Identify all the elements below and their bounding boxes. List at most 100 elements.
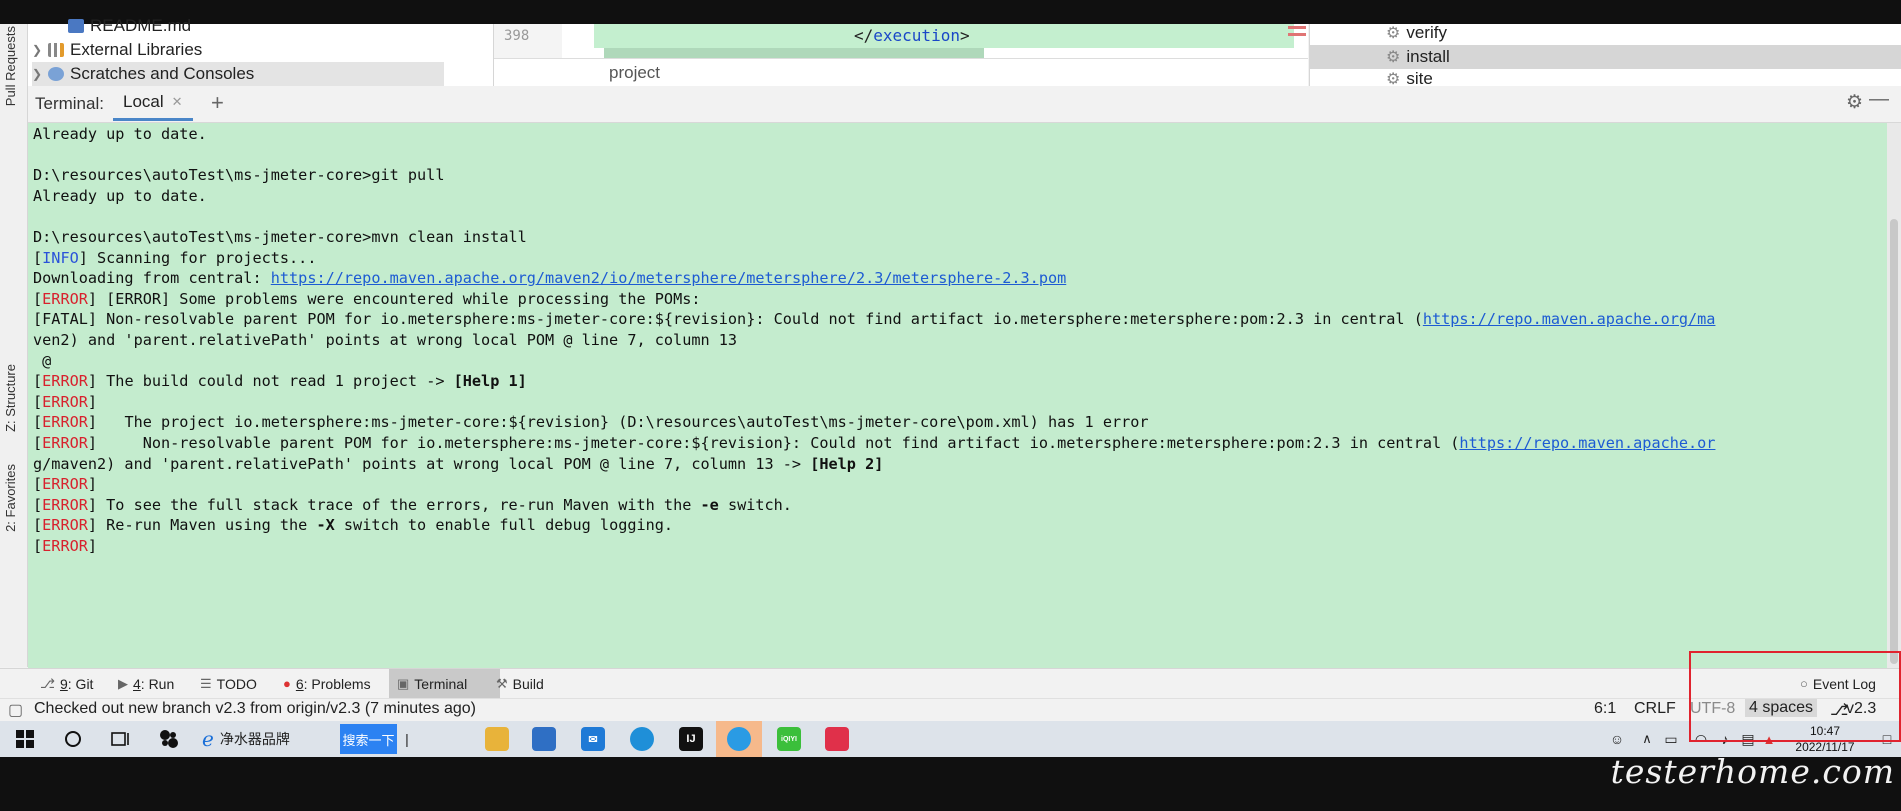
upper-panels: README.md ❯ External Libraries ❯ Scratch… <box>28 16 1901 86</box>
status-message[interactable]: Checked out new branch v2.3 from origin/… <box>34 700 476 718</box>
code-highlight <box>604 48 984 58</box>
terminal-text: switch to enable full debug logging. <box>334 516 674 535</box>
terminal-error-text: ERROR <box>42 536 88 555</box>
terminal-text: [ <box>33 516 43 535</box>
error-icon: ● <box>283 676 291 691</box>
tree-item-label: External Libraries <box>70 40 203 59</box>
breadcrumb[interactable]: project <box>494 58 1308 86</box>
markdown-file-icon <box>68 19 84 33</box>
terminal-text: switch. <box>718 495 792 514</box>
stripe-pull-requests[interactable]: Pull Requests <box>3 26 18 106</box>
tool-window-bar: ⎇ 9: Git ▶ 4: Run ☰ TODO ● 6: Problems ▣… <box>0 668 1901 698</box>
terminal-text: [ <box>33 495 43 514</box>
terminal-line: [ERROR] <box>33 474 1873 495</box>
terminal-text: ] To see the full stack trace of the err… <box>87 495 701 514</box>
tool-window-todo[interactable]: ☰ TODO <box>192 669 265 698</box>
terminal-line: [INFO] Scanning for projects... <box>33 248 1873 269</box>
scrollbar[interactable] <box>1887 123 1901 668</box>
terminal-link[interactable]: https://repo.maven.apache.org/maven2/io/… <box>271 269 1067 287</box>
project-panel: README.md ❯ External Libraries ❯ Scratch… <box>28 16 494 86</box>
tool-window-run[interactable]: ▶ 4: Run <box>110 669 182 698</box>
gear-icon[interactable]: ⚙ <box>1846 91 1863 114</box>
terminal-text: D:\resources\autoTest\ms-jmeter-core>mvn… <box>33 227 527 246</box>
task-view-icon[interactable] <box>106 721 136 757</box>
chevron-right-icon[interactable]: ❯ <box>32 67 48 81</box>
error-marker-icon[interactable] <box>1288 26 1306 36</box>
terminal-line: ven2) and 'parent.relativePath' points a… <box>33 330 1873 351</box>
terminal-text: @ <box>33 351 52 370</box>
search-text: 净水器品牌 <box>219 731 290 747</box>
run-icon: ▶ <box>118 675 128 691</box>
terminal-text: [ <box>33 289 43 308</box>
terminal-line: [ERROR] <box>33 536 1873 557</box>
editor-panel[interactable]: 398 </execution> project <box>494 24 1308 86</box>
maven-lifecycle-site[interactable]: ⚙ site <box>1310 69 1901 86</box>
tree-item-readme[interactable]: README.md <box>68 14 191 38</box>
stripe-structure[interactable]: Z: Structure <box>3 364 18 432</box>
close-icon[interactable]: ✕ <box>172 94 183 110</box>
terminal-tab-label: Local <box>123 92 164 111</box>
terminal-line: Downloading from central: https://repo.m… <box>33 268 1873 289</box>
gear-icon: ⚙ <box>1386 25 1401 42</box>
tree-item-label: README.md <box>90 16 192 35</box>
search-button[interactable]: 搜索一下 <box>340 724 397 754</box>
tool-window-problems[interactable]: ● 6: Problems <box>275 669 379 698</box>
store-icon[interactable] <box>529 721 559 757</box>
stripe-favorites[interactable]: 2: Favorites <box>3 464 18 532</box>
code-line[interactable]: </execution> <box>594 24 1294 48</box>
terminal-text: ] <box>87 536 98 555</box>
git-branch-icon: ⎇ <box>40 675 55 691</box>
tool-window-build[interactable]: ⚒ Build <box>488 669 552 698</box>
pdf-reader-icon[interactable] <box>822 721 852 757</box>
gear-icon: ⚙ <box>1386 71 1401 86</box>
terminal-line: [ERROR] <box>33 392 1873 413</box>
terminal-link[interactable]: https://repo.maven.apache.or <box>1459 434 1715 452</box>
add-tab-icon[interactable]: + <box>211 90 224 116</box>
terminal-text: ] The build could not read 1 project -> <box>87 372 454 391</box>
tree-item-scratches[interactable]: ❯ Scratches and Consoles <box>32 62 444 86</box>
terminal-line: @ <box>33 351 1873 372</box>
tool-window-git[interactable]: ⎇ 9: Git <box>32 669 101 698</box>
status-toggle-icon[interactable]: ▢ <box>8 700 23 720</box>
search-separator: | <box>405 731 409 747</box>
terminal-text: ] <box>87 392 98 411</box>
scrollbar-thumb[interactable] <box>1890 219 1898 664</box>
terminal-bold-text: -X <box>316 516 335 535</box>
terminal-line: [ERROR] Non-resolvable parent POM for io… <box>33 433 1873 454</box>
terminal-link[interactable]: https://repo.maven.apache.org/ma <box>1423 310 1716 328</box>
windows-start-icon[interactable] <box>10 721 40 757</box>
edge-browser-icon[interactable] <box>627 721 657 757</box>
terminal-text: [FATAL] Non-resolvable parent POM for io… <box>33 310 1423 329</box>
tree-item-label: Scratches and Consoles <box>70 64 255 83</box>
tree-item-external-libraries[interactable]: ❯ External Libraries <box>32 38 202 62</box>
taskbar-search-box[interactable]: ℯ 净水器品牌 <box>198 724 340 754</box>
cortana-icon[interactable] <box>58 721 88 757</box>
file-explorer-icon[interactable] <box>482 721 512 757</box>
iqiyi-icon[interactable]: iQIYI <box>774 721 804 757</box>
pinned-app-icon[interactable] <box>154 721 184 757</box>
maven-lifecycle-install[interactable]: ⚙ install <box>1310 45 1901 69</box>
terminal-line: [ERROR] Re-run Maven using the -X switch… <box>33 515 1873 536</box>
mail-icon[interactable]: ✉ <box>578 721 608 757</box>
line-separator[interactable]: CRLF <box>1634 700 1676 718</box>
terminal-text: ] Non-resolvable parent POM for io.meter… <box>87 433 1460 452</box>
terminal-error-text: ERROR <box>42 372 88 391</box>
qq-browser-icon[interactable] <box>716 721 762 757</box>
terminal-output[interactable]: Already up to date. D:\resources\autoTest… <box>28 123 1901 668</box>
terminal-text: [ <box>33 433 43 452</box>
terminal-text: ] The project io.metersphere:ms-jmeter-c… <box>87 413 1149 432</box>
terminal-tab-local[interactable]: Local ✕ <box>113 86 193 121</box>
terminal-line: [ERROR] To see the full stack trace of t… <box>33 495 1873 516</box>
terminal-text: [ <box>33 372 43 391</box>
terminal-text: [ <box>33 248 43 267</box>
terminal-bold-text: [Help 1] <box>453 372 527 391</box>
terminal-error-text: ERROR <box>42 516 88 535</box>
caret-position[interactable]: 6:1 <box>1594 700 1616 718</box>
terminal-line: [ERROR] The project io.metersphere:ms-jm… <box>33 412 1873 433</box>
tool-window-terminal[interactable]: ▣ Terminal <box>389 669 500 698</box>
chevron-right-icon[interactable]: ❯ <box>32 43 48 57</box>
hammer-icon: ⚒ <box>496 675 508 691</box>
maven-lifecycle-verify[interactable]: ⚙ verify <box>1310 21 1901 45</box>
intellij-icon[interactable]: IJ <box>676 721 706 757</box>
minimize-icon[interactable]: — <box>1869 88 1889 111</box>
